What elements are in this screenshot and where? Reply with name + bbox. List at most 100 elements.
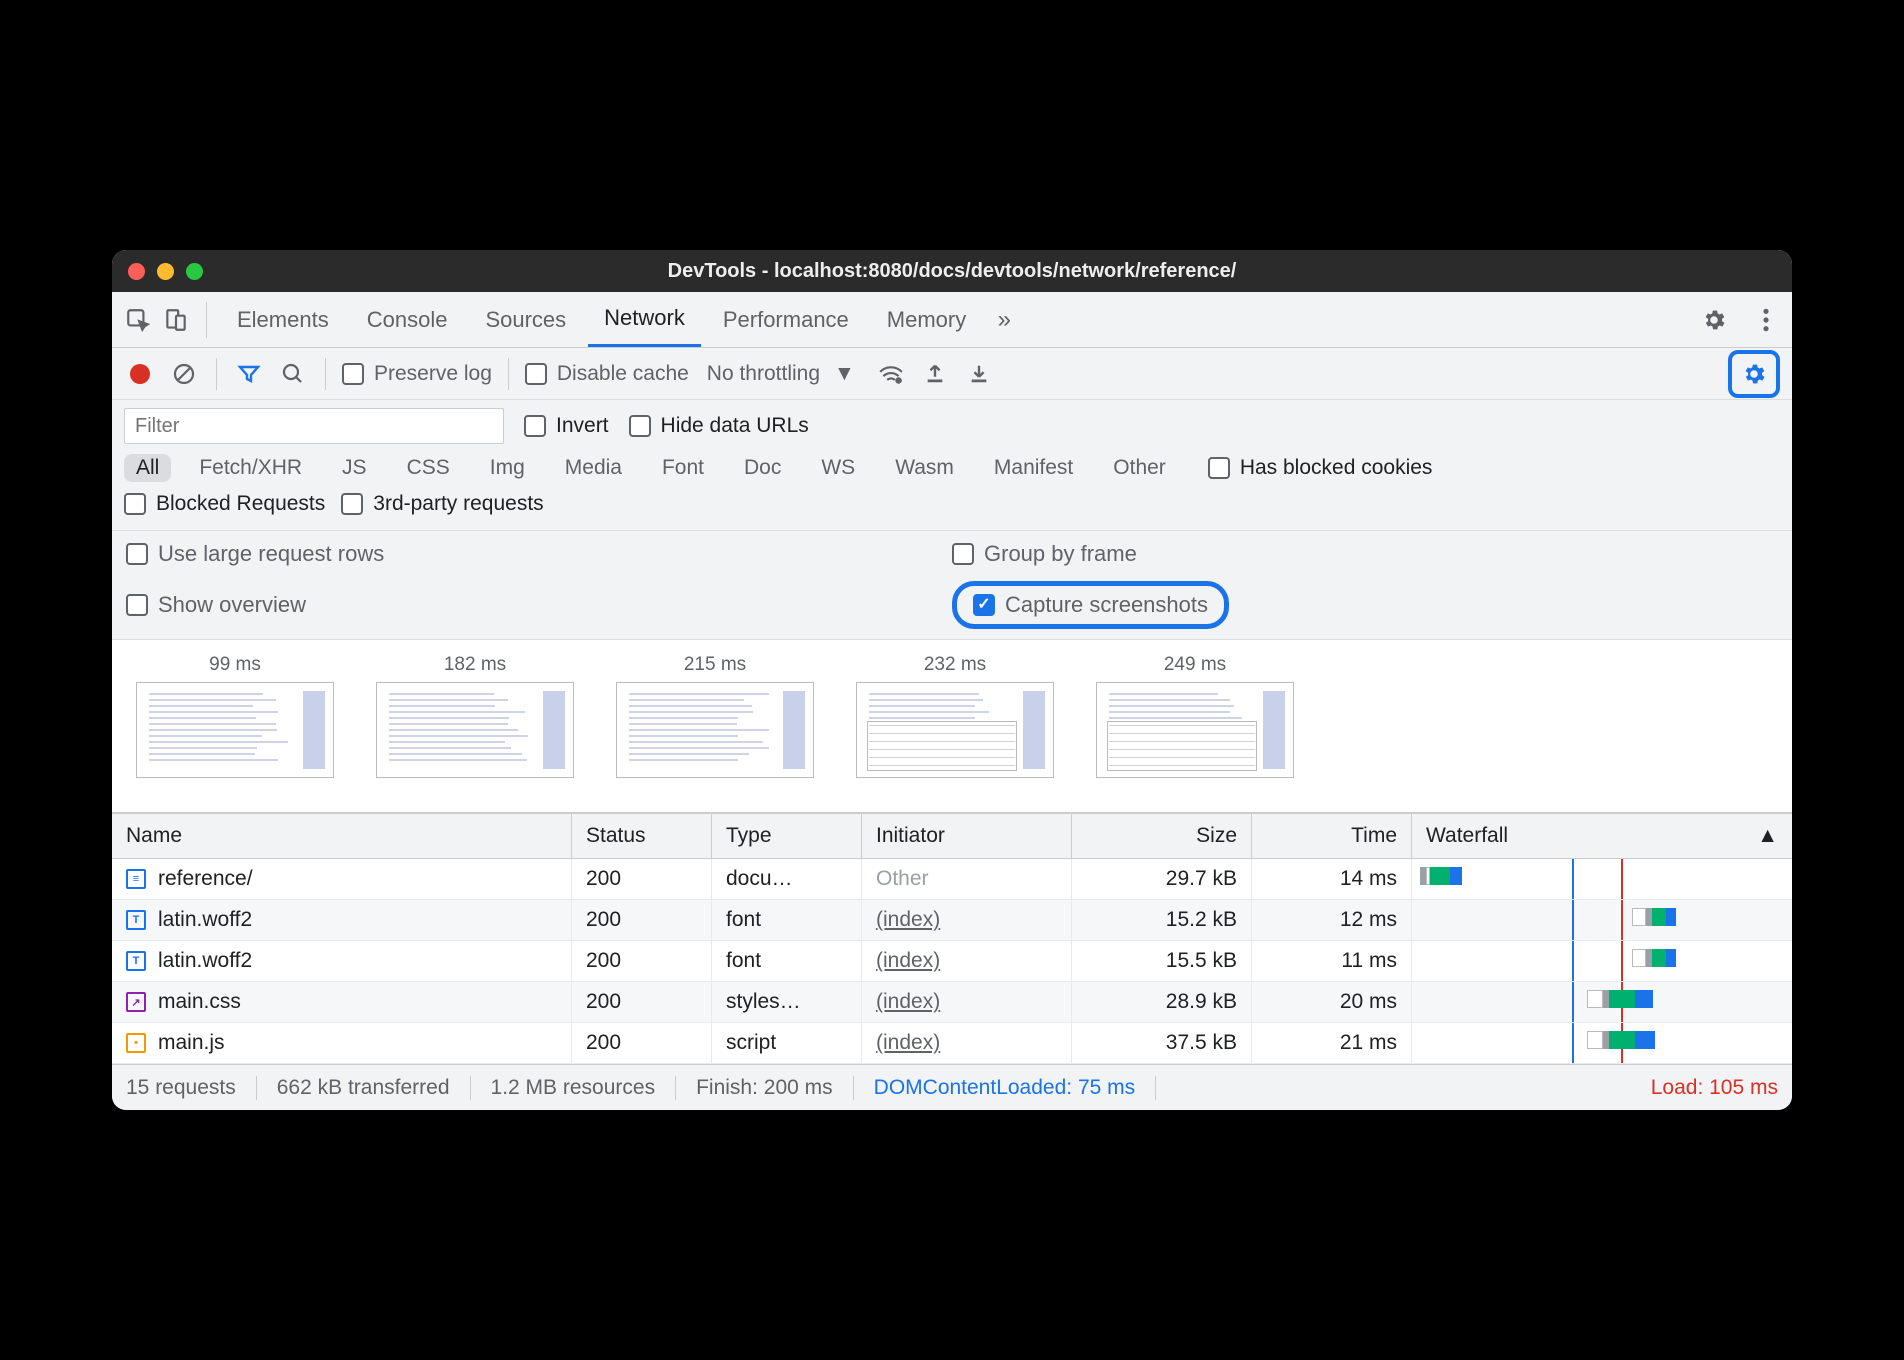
- requests-table: Name Status Type Initiator Size Time Wat…: [112, 813, 1792, 1064]
- request-name: main.js: [158, 1031, 225, 1055]
- group-by-frame-checkbox[interactable]: Group by frame: [952, 541, 1778, 567]
- inspect-element-icon[interactable]: [122, 304, 154, 336]
- tab-console[interactable]: Console: [351, 292, 464, 347]
- request-size: 29.7 kB: [1072, 859, 1252, 899]
- invert-checkbox[interactable]: Invert: [524, 414, 609, 438]
- table-row[interactable]: ≡reference/200docu…Other29.7 kB14 ms: [112, 859, 1792, 900]
- col-size[interactable]: Size: [1072, 814, 1252, 858]
- filter-input[interactable]: [124, 408, 504, 444]
- filter-chip-img[interactable]: Img: [478, 454, 537, 482]
- filmstrip-frame[interactable]: 182 ms: [376, 654, 574, 778]
- col-status[interactable]: Status: [572, 814, 712, 858]
- close-window-button[interactable]: [128, 263, 145, 280]
- large-rows-label: Use large request rows: [158, 541, 384, 567]
- request-time: 21 ms: [1252, 1023, 1412, 1063]
- filter-chip-js[interactable]: JS: [330, 454, 379, 482]
- request-initiator[interactable]: (index): [862, 1023, 1072, 1063]
- request-status: 200: [572, 982, 712, 1022]
- filter-chip-other[interactable]: Other: [1101, 454, 1178, 482]
- invert-label: Invert: [556, 414, 609, 438]
- filter-chip-wasm[interactable]: Wasm: [883, 454, 966, 482]
- maximize-window-button[interactable]: [186, 263, 203, 280]
- hide-data-urls-checkbox[interactable]: Hide data URLs: [629, 414, 809, 438]
- filter-chip-all[interactable]: All: [124, 454, 171, 482]
- status-load: Load: 105 ms: [1631, 1076, 1778, 1100]
- filter-funnel-icon[interactable]: [233, 358, 265, 390]
- network-conditions-icon[interactable]: [875, 358, 907, 390]
- filter-chip-css[interactable]: CSS: [395, 454, 462, 482]
- request-type: script: [712, 1023, 862, 1063]
- filter-chip-media[interactable]: Media: [553, 454, 634, 482]
- col-waterfall[interactable]: Waterfall▲: [1412, 814, 1792, 858]
- preserve-log-checkbox[interactable]: Preserve log: [342, 362, 492, 386]
- has-blocked-cookies-checkbox[interactable]: Has blocked cookies: [1208, 456, 1433, 480]
- more-tabs-chevron-icon[interactable]: »: [988, 304, 1020, 336]
- request-initiator[interactable]: (index): [862, 900, 1072, 940]
- table-row[interactable]: Tlatin.woff2200font(index)15.5 kB11 ms: [112, 941, 1792, 982]
- filmstrip-frame[interactable]: 249 ms: [1096, 654, 1294, 778]
- search-icon[interactable]: [277, 358, 309, 390]
- tab-network[interactable]: Network: [588, 292, 701, 347]
- capture-screenshots-highlight: Capture screenshots: [952, 581, 1229, 629]
- table-row[interactable]: Tlatin.woff2200font(index)15.2 kB12 ms: [112, 900, 1792, 941]
- show-overview-checkbox[interactable]: Show overview: [126, 581, 952, 629]
- export-har-icon[interactable]: [963, 358, 995, 390]
- minimize-window-button[interactable]: [157, 263, 174, 280]
- col-initiator[interactable]: Initiator: [862, 814, 1072, 858]
- status-transferred: 662 kB transferred: [257, 1076, 471, 1100]
- col-name[interactable]: Name: [112, 814, 572, 858]
- titlebar: DevTools - localhost:8080/docs/devtools/…: [112, 250, 1792, 292]
- request-initiator[interactable]: (index): [862, 941, 1072, 981]
- filmstrip-frame[interactable]: 215 ms: [616, 654, 814, 778]
- tab-sources[interactable]: Sources: [469, 292, 582, 347]
- status-requests: 15 requests: [126, 1076, 257, 1100]
- request-name: latin.woff2: [158, 908, 252, 932]
- request-initiator: Other: [862, 859, 1072, 899]
- request-time: 11 ms: [1252, 941, 1412, 981]
- table-row[interactable]: •main.js200script(index)37.5 kB21 ms: [112, 1023, 1792, 1064]
- tab-elements[interactable]: Elements: [221, 292, 345, 347]
- filter-chip-manifest[interactable]: Manifest: [982, 454, 1085, 482]
- record-button[interactable]: [124, 358, 156, 390]
- settings-gear-icon[interactable]: [1698, 304, 1730, 336]
- filmstrip-frame[interactable]: 99 ms: [136, 654, 334, 778]
- request-type: styles…: [712, 982, 862, 1022]
- blocked-requests-checkbox[interactable]: Blocked Requests: [124, 492, 325, 516]
- show-overview-label: Show overview: [158, 592, 306, 618]
- filmstrip-thumbnail: [376, 682, 574, 778]
- table-row[interactable]: ↗main.css200styles…(index)28.9 kB20 ms: [112, 982, 1792, 1023]
- device-toggle-icon[interactable]: [160, 304, 192, 336]
- request-waterfall: [1412, 941, 1792, 981]
- font-file-icon: T: [126, 951, 146, 971]
- capture-screenshots-checkbox[interactable]: Capture screenshots: [973, 592, 1208, 618]
- filmstrip-thumbnail: [856, 682, 1054, 778]
- network-settings-panel: Use large request rows Group by frame Sh…: [112, 531, 1792, 640]
- request-initiator[interactable]: (index): [862, 982, 1072, 1022]
- col-type[interactable]: Type: [712, 814, 862, 858]
- large-rows-checkbox[interactable]: Use large request rows: [126, 541, 952, 567]
- filmstrip-timestamp: 249 ms: [1164, 654, 1226, 676]
- request-type: docu…: [712, 859, 862, 899]
- disable-cache-checkbox[interactable]: Disable cache: [525, 362, 689, 386]
- tab-memory[interactable]: Memory: [871, 292, 982, 347]
- filmstrip-thumbnail: [1096, 682, 1294, 778]
- import-har-icon[interactable]: [919, 358, 951, 390]
- kebab-menu-icon[interactable]: [1750, 304, 1782, 336]
- filter-bar: Invert Hide data URLs All Fetch/XHR JS CSS I…: [112, 400, 1792, 531]
- filter-chip-doc[interactable]: Doc: [732, 454, 793, 482]
- filmstrip-frame[interactable]: 232 ms: [856, 654, 1054, 778]
- request-status: 200: [572, 1023, 712, 1063]
- filter-chip-font[interactable]: Font: [650, 454, 716, 482]
- request-waterfall: [1412, 982, 1792, 1022]
- throttling-select[interactable]: No throttling ▼: [707, 362, 855, 386]
- network-settings-gear-icon[interactable]: [1738, 358, 1770, 390]
- filter-chip-ws[interactable]: WS: [809, 454, 867, 482]
- third-party-checkbox[interactable]: 3rd-party requests: [341, 492, 543, 516]
- request-name: reference/: [158, 867, 253, 891]
- col-time[interactable]: Time: [1252, 814, 1412, 858]
- hide-data-urls-label: Hide data URLs: [661, 414, 809, 438]
- clear-button[interactable]: [168, 358, 200, 390]
- filter-chip-fetchxhr[interactable]: Fetch/XHR: [187, 454, 314, 482]
- doc-file-icon: ≡: [126, 869, 146, 889]
- tab-performance[interactable]: Performance: [707, 292, 865, 347]
